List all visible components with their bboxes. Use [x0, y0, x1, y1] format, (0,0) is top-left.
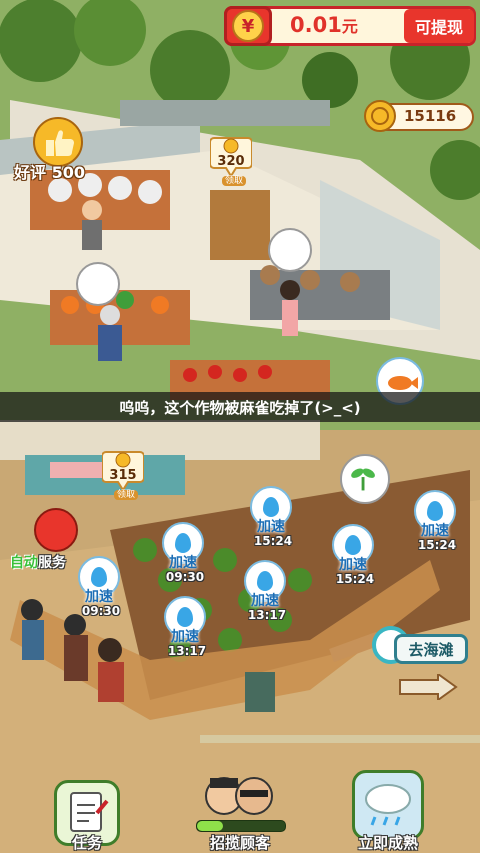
speed-label: 加速: [339, 557, 367, 573]
collect-amount: 320: [217, 154, 245, 169]
plot-timer: 15:24: [253, 534, 293, 548]
cash-amount: 0.01元: [290, 13, 358, 37]
rain-cloud-icon: [365, 784, 411, 826]
speed-label: 加速: [85, 589, 113, 605]
collect-bubble[interactable]: 320 领取: [209, 132, 260, 186]
speed-up-bubble[interactable]: 加速 09:30: [162, 522, 204, 584]
yen-icon: ¥: [224, 6, 272, 46]
speed-label: 加速: [257, 519, 285, 535]
rating-label: 好评 500: [14, 163, 85, 182]
speed-up-bubble[interactable]: 加速 13:17: [244, 560, 286, 622]
coin-balance: 15116: [404, 107, 457, 125]
auto-label-a: 自动: [10, 555, 38, 571]
yen-symbol: ¥: [232, 10, 264, 42]
go-beach-button[interactable]: 去海滩: [394, 634, 468, 664]
arrow-right-icon[interactable]: [398, 674, 458, 700]
auto-label-b: 服务: [38, 555, 66, 571]
sprout-icon[interactable]: [340, 454, 390, 504]
plot-timer: 13:17: [167, 644, 207, 658]
auto-service-label[interactable]: 自动服务: [10, 552, 66, 572]
speed-label: 加速: [169, 555, 197, 571]
cash-value: 0.01: [290, 13, 342, 37]
plot-timer: 09:30: [81, 604, 121, 618]
speed-label: 加速: [251, 593, 279, 609]
speed-up-bubble[interactable]: 加速 13:17: [164, 596, 206, 658]
fish-demand-bubble: [268, 228, 312, 272]
speed-up-bubble[interactable]: 加速 15:24: [332, 524, 374, 586]
ripen-now-button[interactable]: [352, 770, 424, 840]
recruit-progress: [196, 820, 286, 832]
speed-label: 加速: [171, 629, 199, 645]
collect-tag: 领取: [222, 176, 247, 186]
withdraw-button[interactable]: 可提现: [404, 9, 474, 43]
tasks-label: 任务: [71, 834, 102, 852]
speed-up-bubble[interactable]: 加速 15:24: [414, 490, 456, 552]
collect-tag: 领取: [114, 490, 139, 500]
plot-timer: 15:24: [335, 572, 375, 586]
speed-up-bubble[interactable]: 加速 15:24: [250, 486, 292, 548]
speed-label: 加速: [421, 523, 449, 539]
shopkeeper-avatar[interactable]: [34, 508, 78, 552]
recruit-progress-fill: [197, 821, 224, 831]
cash-unit: 元: [341, 17, 358, 36]
plot-timer: 13:17: [247, 608, 287, 622]
trash-bin: [245, 672, 275, 712]
plot-timer: 15:24: [417, 538, 457, 552]
recruit-label: 招揽顾客: [209, 834, 270, 852]
recruit-button[interactable]: [196, 770, 282, 822]
ripen-now-label: 立即成熟: [357, 834, 418, 852]
toast-message: 呜呜，这个作物被麻雀吃掉了(>_<): [0, 392, 480, 422]
collect-bubble[interactable]: 315 领取: [101, 446, 152, 500]
customers-icon: [205, 777, 273, 815]
plot-timer: 09:30: [165, 570, 205, 584]
speed-up-bubble[interactable]: 加速 09:30: [78, 556, 120, 618]
garlic-demand-bubble: [76, 262, 120, 306]
coin-icon: [364, 100, 396, 132]
collect-amount: 315: [109, 468, 137, 483]
